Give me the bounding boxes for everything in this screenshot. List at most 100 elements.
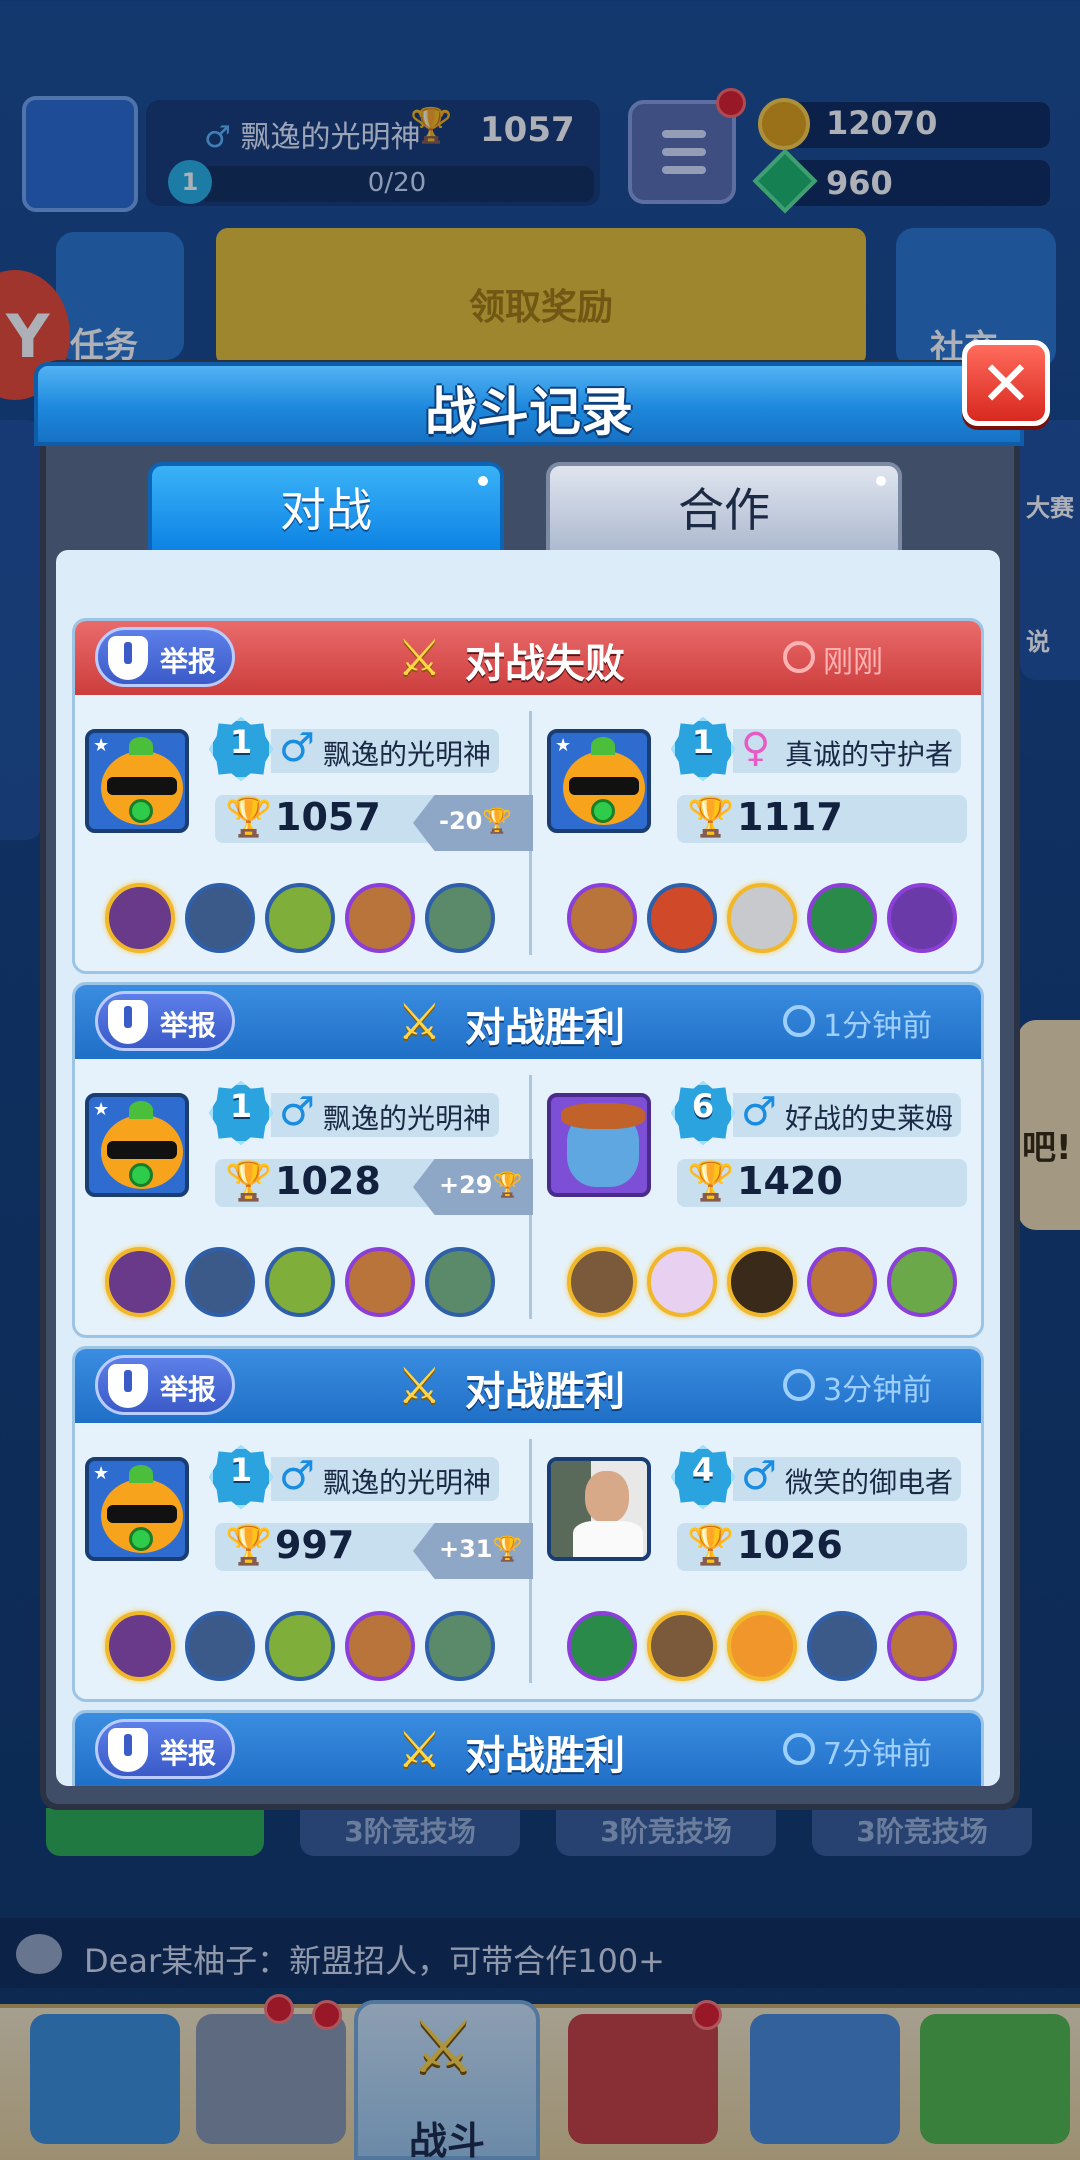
player-name: 微笑的御电者 [785,1466,954,1499]
record-result: 对战胜利 [465,1369,625,1415]
hero-icon[interactable] [887,1247,957,1317]
report-button[interactable]: 举报 [95,991,235,1051]
hero-icon[interactable] [727,883,797,953]
player-level: 1 [229,1451,253,1489]
shield-icon [108,1728,148,1772]
record-header: 举报 ⚔ 对战失败 刚刚 [75,621,981,695]
report-button[interactable]: 举报 [95,627,235,687]
record-result: 对战胜利 [465,1733,625,1779]
hero-icon[interactable] [647,1611,717,1681]
player-level: 1 [229,1087,253,1125]
hero-icon[interactable] [647,883,717,953]
hero-icon[interactable] [727,1247,797,1317]
player-trophies: 1057 [275,795,381,839]
male-icon: ♂ [279,1453,315,1499]
hero-icon[interactable] [185,1611,255,1681]
player-level: 4 [691,1451,715,1489]
trophy-icon: 🏆 [687,1523,735,1567]
tab-versus[interactable]: 对战 [148,462,504,550]
trophy-delta: -20🏆 [439,807,513,835]
modal-title: 战斗记录 [424,383,633,443]
player-avatar[interactable]: ★ [547,729,651,833]
player-avatar[interactable]: ★ [85,729,189,833]
trophy-icon: 🏆 [225,1523,273,1567]
battle-record-card: 举报 ⚔ 对战胜利 1分钟前 ★ 1 ♂ 飘逸的光明神 🏆 1028 +29🏆 [72,982,984,1338]
tab-coop[interactable]: 合作 [546,462,902,550]
male-icon: ♂ [279,1089,315,1135]
player-level: 1 [229,723,253,761]
player-avatar[interactable] [547,1457,651,1561]
hero-icon[interactable] [265,883,335,953]
report-button[interactable]: 举报 [95,1719,235,1779]
trophy-delta: +29🏆 [439,1171,523,1199]
shield-icon [108,636,148,680]
hero-icon[interactable] [425,1247,495,1317]
hero-icon[interactable] [425,883,495,953]
clock-icon [783,1005,815,1037]
crossed-swords-icon: ⚔ [397,1721,442,1779]
hero-icon[interactable] [807,883,877,953]
hero-icon[interactable] [887,1611,957,1681]
player-left: ★ 1 ♂ 飘逸的光明神 🏆 1057 -20🏆 [75,695,533,971]
male-icon: ♂ [741,1453,777,1499]
hero-icon[interactable] [105,883,175,953]
player-name: 飘逸的光明神 [323,1466,492,1499]
close-icon: ✕ [980,347,1032,420]
trophy-delta: +31🏆 [439,1535,523,1563]
hero-icon[interactable] [345,1611,415,1681]
battle-record-list[interactable]: 举报 ⚔ 对战失败 刚刚 ★ 1 ♂ 飘逸的光明神 🏆 1057 -20🏆 ★ … [56,550,1000,1786]
shield-icon [108,1000,148,1044]
record-time: 刚刚 [823,645,883,680]
trophy-icon: 🏆 [225,795,273,839]
clock-icon [783,1733,815,1765]
hero-lineup [567,1247,977,1321]
hero-icon[interactable] [265,1611,335,1681]
trophy-icon: 🏆 [687,795,735,839]
tab-shine-dot [478,476,488,486]
report-label: 举报 [160,645,217,678]
hero-icon[interactable] [345,883,415,953]
hero-icon[interactable] [807,1611,877,1681]
record-time: 3分钟前 [823,1373,933,1408]
hero-icon[interactable] [807,1247,877,1317]
record-time: 1分钟前 [823,1009,933,1044]
hero-lineup [105,1611,515,1685]
trophy-icon: 🏆 [687,1159,735,1203]
hero-icon[interactable] [185,1247,255,1317]
hero-icon[interactable] [105,1247,175,1317]
battle-record-card: 举报 ⚔ 对战胜利 7分钟前 [72,1710,984,1786]
clock-icon [783,1369,815,1401]
hero-icon[interactable] [425,1611,495,1681]
record-header: 举报 ⚔ 对战胜利 1分钟前 [75,985,981,1059]
hero-icon[interactable] [567,1247,637,1317]
report-label: 举报 [160,1373,217,1406]
record-result: 对战胜利 [465,1005,625,1051]
hero-icon[interactable] [727,1611,797,1681]
hero-icon[interactable] [647,1247,717,1317]
player-level: 1 [691,723,715,761]
hero-lineup [105,883,515,957]
male-icon: ♂ [741,1089,777,1135]
player-right: ★ 1 ♀ 真诚的守护者 🏆 1117 [537,695,981,971]
report-label: 举报 [160,1737,217,1770]
report-label: 举报 [160,1009,217,1042]
player-avatar[interactable]: ★ [85,1093,189,1197]
shield-icon [108,1364,148,1408]
close-button[interactable]: ✕ [962,340,1050,426]
player-trophies: 1028 [275,1159,381,1203]
hero-lineup [105,1247,515,1321]
player-name: 飘逸的光明神 [323,738,492,771]
hero-icon[interactable] [265,1247,335,1317]
player-avatar[interactable]: ★ [85,1457,189,1561]
player-left: ★ 1 ♂ 飘逸的光明神 🏆 1028 +29🏆 [75,1059,533,1335]
hero-icon[interactable] [567,883,637,953]
hero-icon[interactable] [105,1611,175,1681]
hero-icon[interactable] [887,883,957,953]
hero-icon[interactable] [185,883,255,953]
hero-icon[interactable] [345,1247,415,1317]
player-name: 真诚的守护者 [785,738,954,771]
player-avatar[interactable] [547,1093,651,1197]
hero-icon[interactable] [567,1611,637,1681]
report-button[interactable]: 举报 [95,1355,235,1415]
player-trophies: 1420 [737,1159,843,1203]
